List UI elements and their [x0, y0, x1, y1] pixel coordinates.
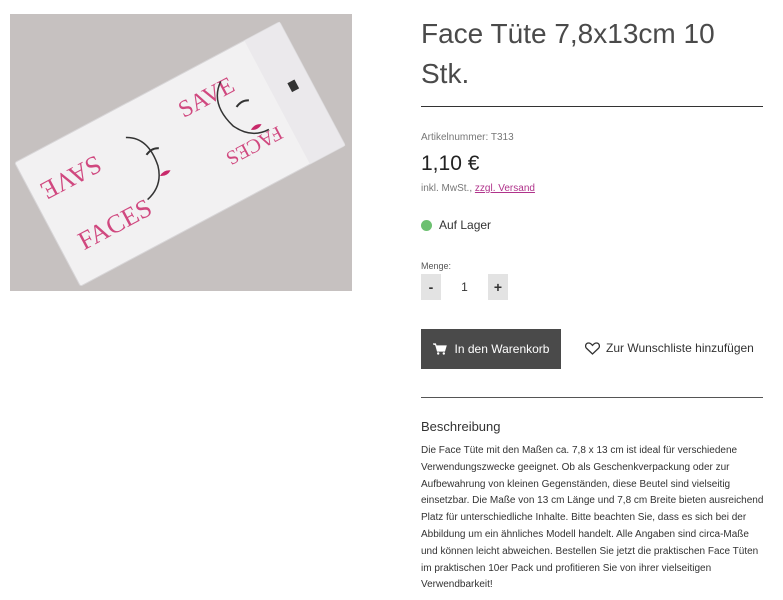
stock-status: Auf Lager — [421, 218, 491, 232]
quantity-decrease-button[interactable]: - — [421, 274, 441, 300]
product-price: 1,10 € — [421, 152, 480, 175]
product-sku: Artikelnummer: T313 — [421, 132, 514, 143]
quantity-label: Menge: — [421, 261, 452, 271]
divider — [421, 397, 763, 398]
divider — [421, 106, 763, 107]
stock-dot-icon — [421, 219, 432, 231]
add-to-wishlist-link[interactable]: Zur Wunschliste hinzufügen — [585, 341, 754, 355]
product-image[interactable]: SAVE FACES SAVE FACES — [10, 14, 352, 291]
quantity-input[interactable]: 1 — [441, 280, 488, 294]
description-text: Die Face Tüte mit den Maßen ca. 7,8 x 13… — [421, 445, 764, 591]
stock-label: Auf Lager — [439, 218, 492, 232]
add-to-cart-button[interactable]: In den Warenkorb — [421, 329, 561, 369]
shipping-link[interactable]: zzgl. Versand — [475, 183, 535, 194]
tax-info: inkl. MwSt., zzgl. Versand — [421, 183, 535, 194]
tax-text: inkl. MwSt., — [421, 183, 475, 194]
description-heading: Beschreibung — [421, 419, 501, 434]
wishlist-label: Zur Wunschliste hinzufügen — [606, 341, 754, 355]
heart-icon — [585, 341, 600, 355]
quantity-increase-button[interactable]: + — [488, 274, 508, 300]
cart-icon — [432, 343, 447, 355]
add-to-cart-label: In den Warenkorb — [454, 342, 550, 356]
quantity-stepper: - 1 + — [421, 274, 508, 300]
bag-illustration: SAVE FACES SAVE FACES — [10, 14, 352, 291]
product-title: Face Tüte 7,8x13cm 10 Stk. — [421, 18, 715, 89]
